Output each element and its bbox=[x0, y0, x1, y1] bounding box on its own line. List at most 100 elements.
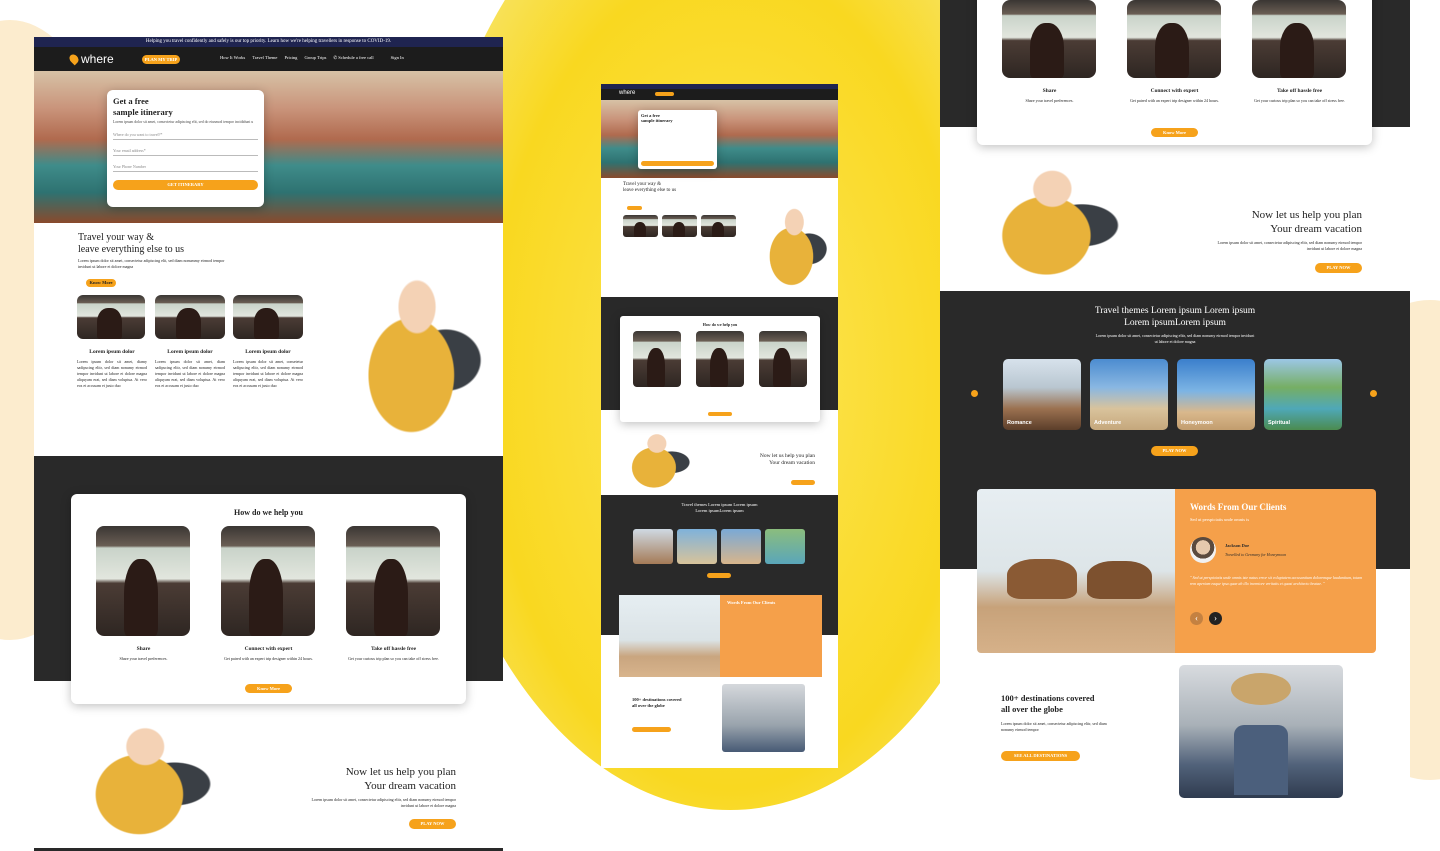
center-help-img-2 bbox=[696, 331, 744, 387]
plan-title-line1: Now let us help you plan bbox=[345, 766, 456, 778]
client-name: Jackson Doe bbox=[1225, 543, 1250, 548]
center-tile-3[interactable] bbox=[721, 529, 761, 564]
center-tile-1[interactable] bbox=[633, 529, 673, 564]
theme-label-honeymoon: Honeymoon bbox=[1181, 420, 1213, 426]
phone-field[interactable]: Your Phone Number bbox=[113, 164, 258, 172]
nav-schedule-call[interactable]: ✆ Schedule a free call bbox=[333, 55, 373, 61]
theme-tile-spiritual[interactable]: Spiritual bbox=[1264, 359, 1342, 430]
center-plan-title: Now let us help you plan Your dream vaca… bbox=[731, 453, 815, 467]
center-plan-title-line2: Your dream vacation bbox=[769, 460, 815, 467]
travel-card-1: Lorem ipsum dolor Lorem ipsum dolor sit … bbox=[77, 349, 147, 389]
hero-canal-image bbox=[34, 71, 503, 223]
plan-my-trip-button[interactable]: PLAN MY TRIP bbox=[142, 55, 180, 64]
travel-know-more-button[interactable]: Know More bbox=[86, 279, 116, 287]
clients-next-button[interactable]: › bbox=[1209, 612, 1222, 625]
center-themes-button[interactable] bbox=[707, 573, 731, 578]
travel-card-3-title: Lorem ipsum dolor bbox=[245, 349, 291, 355]
center-form-submit[interactable] bbox=[641, 161, 714, 166]
clients-title: Words From Our Clients bbox=[1190, 502, 1287, 512]
see-all-destinations-button[interactable]: SEE ALL DESTINATIONS bbox=[1001, 751, 1080, 761]
right-themes-play-now-button[interactable]: PLAY NOW bbox=[1151, 446, 1198, 456]
backpacker-pack bbox=[1234, 725, 1288, 795]
right-help-card: Share Share your travel preferences. Con… bbox=[977, 0, 1372, 145]
camel-shape-1 bbox=[1007, 559, 1077, 599]
help-know-more-button[interactable]: Know More bbox=[245, 684, 292, 693]
help-item-connect-title: Connect with expert bbox=[244, 646, 293, 652]
nav-travel-theme[interactable]: Travel Theme bbox=[252, 55, 277, 61]
center-form-card: Get a free sample itinerary bbox=[638, 110, 717, 169]
pointing-girl-image bbox=[38, 702, 233, 851]
form-title-line2: sample itinerary bbox=[113, 106, 173, 117]
form-desc: Lorem ipsum dolor sit amet, consectetur … bbox=[113, 120, 254, 125]
nav-how-it-works[interactable]: How It Works bbox=[220, 55, 245, 61]
help-item-share-title: Share bbox=[136, 646, 151, 652]
theme-tile-adventure[interactable]: Adventure bbox=[1090, 359, 1168, 430]
center-destinations-button[interactable] bbox=[632, 727, 671, 732]
help-item-share: Share Share your travel preferences. bbox=[71, 646, 216, 661]
center-plan-button[interactable] bbox=[655, 92, 674, 96]
center-camel-image bbox=[619, 595, 720, 677]
center-card-img-1 bbox=[623, 215, 658, 237]
center-destinations-title: 100+ destinations covered all over the g… bbox=[632, 697, 681, 709]
travel-card-2-title: Lorem ipsum dolor bbox=[167, 349, 213, 355]
center-girl-image bbox=[741, 190, 838, 297]
travel-title-line2: leave everything else to us bbox=[78, 244, 185, 255]
nav-group-trips[interactable]: Group Trips bbox=[304, 55, 326, 61]
nav-pricing[interactable]: Pricing bbox=[284, 55, 297, 61]
center-clients-card: Words From Our Clients bbox=[720, 595, 822, 677]
center-themes-title: Travel themes Lorem ipsum Lorem ipsum Lo… bbox=[601, 502, 838, 514]
help-image-takeoff bbox=[346, 526, 440, 636]
form-title-line1: Get a free bbox=[113, 96, 149, 106]
center-destinations-title-line1: 100+ destinations covered bbox=[632, 697, 682, 702]
theme-tile-romance[interactable]: Romance bbox=[1003, 359, 1081, 430]
help-card: How do we help you Share Share your trav… bbox=[71, 494, 466, 704]
center-know-more[interactable] bbox=[627, 206, 642, 210]
center-destinations-title-line2: all over the globe bbox=[632, 702, 665, 708]
client-avatar bbox=[1190, 537, 1216, 563]
help-item-takeoff-text: Get your curious trip plan so you can ta… bbox=[348, 656, 439, 661]
logo[interactable]: where bbox=[67, 50, 114, 68]
nav-links: How It Works Travel Theme Pricing Group … bbox=[220, 55, 404, 61]
themes-prev-arrow[interactable] bbox=[971, 390, 978, 397]
theme-tile-honeymoon[interactable]: Honeymoon bbox=[1177, 359, 1255, 430]
help-item-connect-text: Get paired with an expert trip designer … bbox=[224, 656, 313, 661]
right-pointing-girl-image bbox=[944, 145, 1141, 291]
help-image-share bbox=[96, 526, 190, 636]
theme-label-spiritual: Spiritual bbox=[1268, 420, 1291, 426]
center-tile-4[interactable] bbox=[765, 529, 805, 564]
destination-field[interactable]: Where do you want to travel?* bbox=[113, 132, 258, 140]
left-page-preview: Helping you travel confidently and safel… bbox=[34, 37, 503, 851]
nav-sign-in[interactable]: Sign In bbox=[391, 55, 404, 61]
center-help-button[interactable] bbox=[708, 412, 732, 416]
top-nav: where PLAN MY TRIP How It Works Travel T… bbox=[34, 47, 503, 71]
center-tile-2[interactable] bbox=[677, 529, 717, 564]
center-form-title: Get a free sample itinerary bbox=[638, 110, 717, 124]
get-itinerary-button[interactable]: GET ITINERARY bbox=[113, 179, 258, 190]
help-item-share-text: Share your travel preferences. bbox=[119, 656, 168, 661]
right-help-image-takeoff bbox=[1252, 0, 1346, 78]
travel-card-2-image bbox=[155, 295, 225, 339]
right-plan-play-now-button[interactable]: PLAY NOW bbox=[1315, 263, 1362, 273]
phone-icon: ✆ bbox=[333, 55, 338, 60]
announcement-bar: Helping you travel confidently and safel… bbox=[34, 37, 503, 47]
right-plan-title-line2: Your dream vacation bbox=[1270, 223, 1362, 236]
right-help-know-more-button[interactable]: Know More bbox=[1151, 128, 1198, 137]
clients-prev-button[interactable]: ‹ bbox=[1190, 612, 1203, 625]
center-nav: where bbox=[601, 89, 838, 100]
travel-title-line1: Travel your way & bbox=[78, 232, 155, 243]
center-plan-button-cta[interactable] bbox=[791, 480, 815, 485]
destinations-title-line1: 100+ destinations covered bbox=[1001, 693, 1095, 703]
theme-label-romance: Romance bbox=[1007, 420, 1032, 426]
plan-play-now-button[interactable]: PLAY NOW bbox=[409, 819, 456, 829]
center-logo[interactable]: where bbox=[619, 90, 635, 96]
travel-card-1-title: Lorem ipsum dolor bbox=[89, 349, 135, 355]
right-help-connect-title: Connect with expert bbox=[1150, 88, 1199, 94]
help-title: How do we help you bbox=[234, 508, 303, 517]
email-field[interactable]: Your email address* bbox=[113, 148, 258, 156]
plan-title: Now let us help you plan Your dream vaca… bbox=[294, 765, 456, 794]
themes-next-arrow[interactable] bbox=[1370, 390, 1377, 397]
destinations-title-line2: all over the globe bbox=[1001, 704, 1063, 715]
showcase-canvas: Helping you travel confidently and safel… bbox=[0, 0, 1440, 851]
travel-card-3: Lorem ipsum dolor Lorem ipsum dolor sit … bbox=[233, 349, 303, 389]
right-help-share-title: Share bbox=[1042, 88, 1057, 94]
